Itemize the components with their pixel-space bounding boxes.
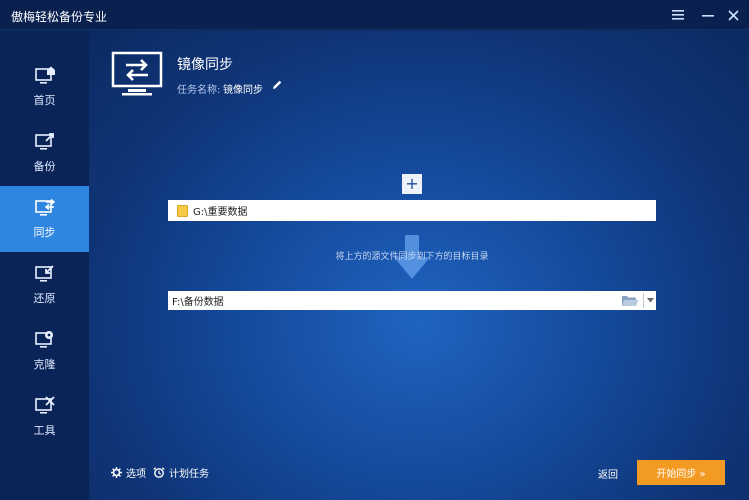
page-title: 镜像同步	[177, 57, 233, 73]
sidebar-item-label: 同步	[33, 226, 56, 239]
start-sync-button[interactable]: 开始同步 »	[637, 460, 725, 485]
backup-icon	[34, 133, 54, 150]
menu-icon[interactable]	[667, 4, 689, 26]
home-icon	[34, 66, 55, 84]
sidebar-item-home[interactable]: 首页	[0, 54, 89, 120]
back-button[interactable]: 返回	[598, 466, 618, 481]
task-name-label: 任务名称:	[177, 85, 221, 96]
task-name-value: 镜像同步	[223, 85, 263, 96]
source-path-field[interactable]: G:\重要数据	[168, 200, 656, 221]
mirror-sync-icon	[111, 51, 163, 96]
chevron-down-icon[interactable]	[644, 291, 656, 310]
destination-path-field[interactable]: F:\备份数据	[168, 291, 656, 310]
restore-icon	[34, 265, 54, 282]
hint-text: 将上方的源文件同步到下方的目标目录	[335, 252, 489, 262]
destination-path-text: F:\备份数据	[172, 297, 224, 308]
sidebar-item-backup[interactable]: 备份	[0, 120, 89, 186]
source-path-text: G:\重要数据	[193, 207, 248, 218]
sidebar: 首页 备份 同步 还原 克隆 工具	[0, 31, 89, 500]
schedule-label: 计划任务	[169, 469, 209, 480]
sidebar-item-label: 首页	[33, 94, 56, 107]
schedule-button[interactable]: 计划任务	[153, 465, 209, 480]
close-icon[interactable]	[722, 4, 744, 26]
sync-icon	[34, 198, 55, 216]
sidebar-item-tools[interactable]: 工具	[0, 384, 89, 450]
gear-icon	[111, 467, 122, 478]
add-source-button[interactable]: +	[402, 174, 422, 194]
sidebar-item-label: 克隆	[33, 358, 56, 371]
options-label: 选项	[126, 469, 146, 480]
tools-icon	[34, 396, 55, 414]
clone-icon	[34, 331, 53, 348]
minimize-icon[interactable]	[697, 4, 719, 26]
alarm-clock-icon	[153, 467, 165, 478]
pencil-icon[interactable]	[271, 79, 283, 91]
options-button[interactable]: 选项	[111, 465, 146, 480]
title-bar: 傲梅轻松备份专业	[0, 0, 749, 30]
sidebar-item-sync[interactable]: 同步	[0, 186, 89, 252]
sidebar-item-restore[interactable]: 还原	[0, 252, 89, 318]
sidebar-item-clone[interactable]: 克隆	[0, 318, 89, 384]
sidebar-item-label: 工具	[33, 424, 56, 437]
sidebar-item-label: 备份	[33, 160, 56, 173]
sidebar-item-label: 还原	[33, 292, 56, 305]
folder-icon	[177, 204, 188, 217]
main-panel: 镜像同步 任务名称: 镜像同步 + G:\重要数据 将上方的源文件同步到下方的目…	[89, 31, 749, 500]
app-title: 傲梅轻松备份专业	[11, 10, 108, 24]
folder-open-icon[interactable]	[621, 294, 639, 307]
